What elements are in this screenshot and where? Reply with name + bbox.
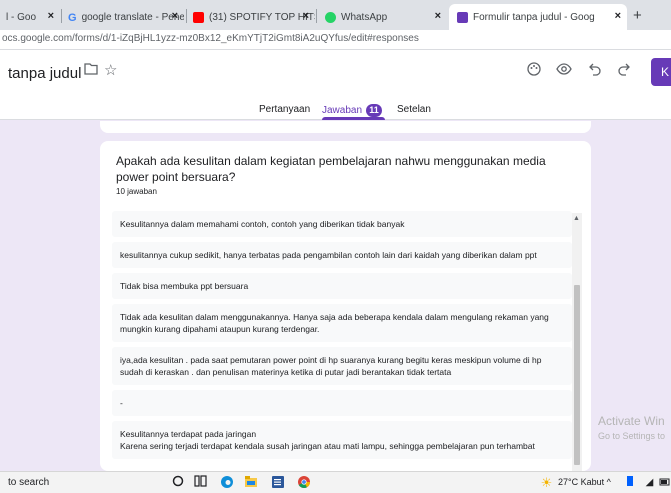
scroll-up-arrow-icon[interactable]: ▲ xyxy=(573,215,580,222)
battery-icon[interactable] xyxy=(657,475,671,490)
chrome-icon[interactable] xyxy=(296,475,311,490)
youtube-icon xyxy=(193,11,204,23)
new-tab-icon[interactable]: + xyxy=(633,7,642,24)
tab-divider xyxy=(186,9,187,23)
windows-activation-hint: Go to Settings to xyxy=(598,431,666,441)
browser-tab-forms[interactable]: Formulir tanpa judul - Goog × xyxy=(449,4,627,30)
previous-question-card xyxy=(100,121,591,133)
response-list[interactable]: Kesulitannya dalam memahami contoh, cont… xyxy=(112,211,572,464)
folder-icon[interactable] xyxy=(84,62,98,79)
tab-title: (31) SPOTIFY TOP HITS INDO xyxy=(209,11,315,23)
redo-icon[interactable] xyxy=(618,62,630,80)
response-item: - xyxy=(112,390,572,416)
windows-activation-watermark: Activate Win xyxy=(598,414,665,428)
active-tab-indicator xyxy=(322,117,385,120)
browser-tab-spotify[interactable]: (31) SPOTIFY TOP HITS INDO × xyxy=(189,4,315,30)
undo-icon[interactable] xyxy=(589,62,601,80)
question-text: Apakah ada kesulitan dalam kegiatan pemb… xyxy=(116,154,546,184)
close-icon[interactable]: × xyxy=(303,10,309,22)
response-item: Tidak bisa membuka ppt bersuara xyxy=(112,273,572,299)
network-icon[interactable]: ◢ xyxy=(642,475,657,490)
windows-taskbar: to search ☀ 27°C Kabut ^ ◢ xyxy=(0,471,671,493)
tab-responses[interactable]: Jawaban 11 xyxy=(322,104,383,117)
tab-title: Formulir tanpa judul - Goog xyxy=(473,11,595,23)
answer-count: 10 jawaban xyxy=(116,187,157,196)
tab-title: WhatsApp xyxy=(341,11,388,23)
browser-tab-google-translate[interactable]: G google translate - Penelusur × xyxy=(64,4,184,30)
dropbox-icon[interactable] xyxy=(622,475,637,490)
weather-status[interactable]: 27°C Kabut ^ xyxy=(558,477,611,487)
tab-settings[interactable]: Setelan xyxy=(397,104,431,115)
close-icon[interactable]: × xyxy=(615,10,621,22)
browser-tab-strip: l - Goo × G google translate - Penelusur… xyxy=(0,0,671,30)
google-icon: G xyxy=(68,11,77,24)
question-card: Apakah ada kesulitan dalam kegiatan pemb… xyxy=(100,141,591,471)
weather-icon: ☀ xyxy=(540,475,553,490)
scrollbar-thumb[interactable] xyxy=(574,285,580,465)
response-item: Tidak ada kesulitan dalam menggunakannya… xyxy=(112,304,572,342)
tab-divider xyxy=(61,9,62,23)
response-item: Kesulitannya terdapat pada jaringan Kare… xyxy=(112,421,572,459)
response-item: iya,ada kesulitan . pada saat pemutaran … xyxy=(112,347,572,385)
response-item: kesulitannya cukup sedikit, hanya terbat… xyxy=(112,242,572,268)
file-explorer-icon[interactable] xyxy=(243,475,258,490)
browser-tab-whatsapp[interactable]: WhatsApp × xyxy=(319,4,447,30)
browser-tab-1[interactable]: l - Goo × xyxy=(2,4,60,30)
form-title[interactable]: tanpa judul xyxy=(8,65,81,82)
preview-eye-icon[interactable] xyxy=(556,62,572,80)
palette-icon[interactable] xyxy=(527,62,541,80)
address-bar[interactable]: ocs.google.com/forms/d/1-iZqBjHL1yzz-mz0… xyxy=(0,30,671,50)
star-icon[interactable]: ☆ xyxy=(104,61,117,79)
whatsapp-icon xyxy=(325,11,336,23)
tab-divider xyxy=(316,9,317,23)
response-item: Kesulitannya dalam memahami contoh, cont… xyxy=(112,211,572,237)
tab-responses-label: Jawaban xyxy=(322,105,363,116)
edge-icon[interactable] xyxy=(219,475,234,490)
url-text[interactable]: ocs.google.com/forms/d/1-iZqBjHL1yzz-mz0… xyxy=(2,33,419,44)
send-button[interactable]: K xyxy=(651,58,671,86)
taskbar-search[interactable]: to search xyxy=(8,477,49,488)
response-list-scrollbar[interactable]: ▲ xyxy=(572,213,582,471)
google-forms-icon xyxy=(457,11,468,23)
close-icon[interactable]: × xyxy=(172,10,178,22)
response-count-badge: 11 xyxy=(366,104,383,117)
forms-header: tanpa judul ☆ K Pertanyaan Jawaban 11 Set… xyxy=(0,50,671,120)
close-icon[interactable]: × xyxy=(435,10,441,22)
tab-title: google translate - Penelusur xyxy=(81,11,184,23)
tab-title: l - Goo xyxy=(6,11,37,23)
close-icon[interactable]: × xyxy=(48,10,54,22)
cortana-icon[interactable] xyxy=(170,475,185,490)
task-view-icon[interactable] xyxy=(193,475,208,490)
tab-questions[interactable]: Pertanyaan xyxy=(259,104,310,115)
word-icon[interactable] xyxy=(270,475,285,490)
